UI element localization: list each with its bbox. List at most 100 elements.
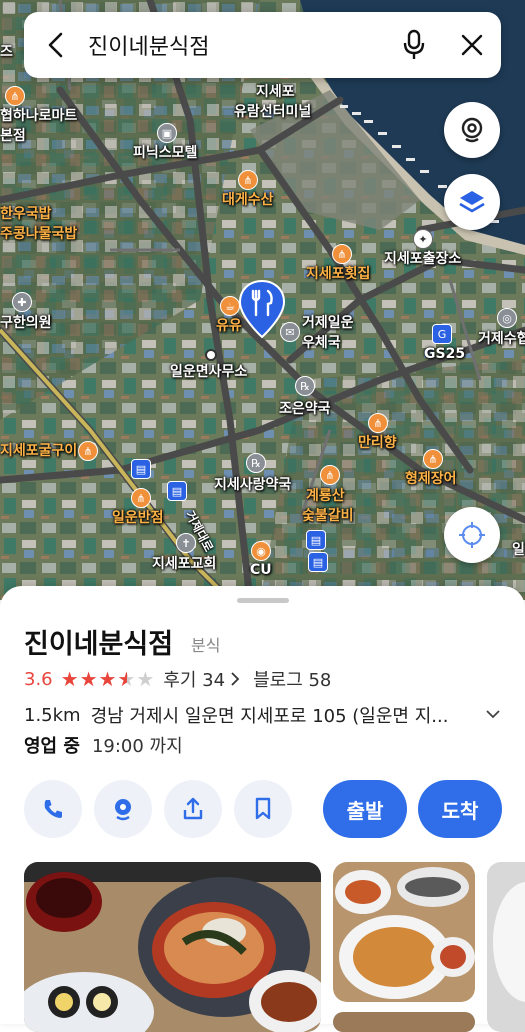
pharmacy-icon[interactable]: ℞	[295, 376, 315, 396]
place-photo[interactable]	[333, 862, 475, 1002]
restaurant-icon[interactable]: ⋔	[332, 244, 352, 264]
map-label: 지세포출장소	[384, 251, 462, 267]
food-photo-image	[333, 1012, 475, 1032]
map-label: 만리향	[358, 435, 397, 451]
search-bar[interactable]: 진이네분식점	[24, 12, 501, 78]
reviews-link[interactable]: 후기 34	[163, 666, 225, 692]
address: 경남 거제시 일운면 지세포로 105 (일운면 지...	[90, 706, 449, 727]
place-photo[interactable]	[487, 862, 525, 1032]
crosshair-icon	[459, 522, 485, 548]
hours-row: 영업 중 19:00 까지	[24, 732, 183, 758]
bus-stop-icon[interactable]: ▤	[131, 459, 151, 479]
hotel-icon[interactable]: ▣	[157, 123, 177, 143]
cafe-icon[interactable]: ☕	[220, 296, 240, 316]
restaurant-icon[interactable]: ⋔	[368, 413, 388, 433]
map-label: 조은약국	[279, 401, 331, 417]
selected-place-marker-icon[interactable]	[238, 279, 286, 339]
open-status: 영업 중	[24, 736, 80, 757]
place-detail-sheet[interactable]: 진이네분식점 분식 3.6 ★ ★ ★ ★ ★ 후기 34 블로그 58 1.5…	[0, 586, 525, 1032]
hospital-icon[interactable]: ✚	[12, 292, 32, 312]
phone-icon	[44, 800, 62, 818]
convenience-store-icon[interactable]: G	[432, 324, 452, 344]
bus-stop-icon[interactable]: ▤	[308, 552, 328, 572]
map-label: 즈	[0, 44, 13, 60]
restaurant-icon[interactable]: ⋔	[423, 449, 443, 469]
chevron-right-icon	[231, 672, 240, 686]
place-name: 진이네분식점	[24, 629, 174, 660]
star-full-icon: ★	[79, 667, 98, 691]
map-label: 숯불갈비	[302, 508, 354, 524]
share-icon	[183, 797, 203, 820]
bookmark-icon	[255, 797, 271, 820]
map-layers-button[interactable]	[444, 174, 500, 230]
microphone-icon	[403, 29, 425, 59]
restaurant-icon[interactable]: ⋔	[320, 465, 340, 485]
map-label: 구한의원	[0, 315, 52, 331]
map-label: 한우국밥	[0, 206, 52, 222]
bus-stop-icon[interactable]: ▤	[306, 530, 326, 550]
close-icon	[461, 34, 483, 56]
rating-value: 3.6	[24, 668, 53, 690]
closing-time: 19:00 까지	[91, 736, 183, 757]
food-photo-image	[487, 862, 525, 1032]
back-button[interactable]	[24, 12, 88, 78]
map-label: 지세포굴구이	[0, 443, 78, 459]
map-label: 주콩나물국밥	[0, 226, 78, 242]
street-view-icon	[115, 799, 131, 821]
arrive-button[interactable]: 도착	[418, 780, 502, 838]
restaurant-icon[interactable]: ⋔	[78, 441, 98, 461]
map-label: 지세포교회	[152, 556, 217, 572]
map-view[interactable]: ⋔ ▣ ⋔ ⋔ ✦ ✚ ☕ ✉ G ◎ ℞ ⋔ ⋔ ⋔ ▤ ℞ ⋔ ⋔ ▤ ▤ …	[0, 0, 525, 600]
restaurant-icon[interactable]: ⋔	[5, 86, 25, 106]
call-button[interactable]	[24, 780, 82, 838]
blog-link[interactable]: 블로그 58	[253, 666, 331, 692]
map-label: 일운면사무소	[170, 364, 248, 380]
map-label: 계룡산	[306, 488, 345, 504]
bus-stop-icon[interactable]: ▤	[167, 481, 187, 501]
police-icon[interactable]: ✦	[413, 229, 433, 249]
street-view-icon	[461, 117, 483, 143]
map-label: 거제수협	[478, 331, 525, 347]
map-label: 대게수산	[222, 192, 274, 208]
layers-icon	[459, 191, 485, 213]
voice-search-button[interactable]	[385, 12, 443, 78]
place-category: 분식	[191, 636, 221, 655]
map-label: GS25	[424, 346, 466, 362]
rating-row: 3.6 ★ ★ ★ ★ ★ 후기 34 블로그 58	[24, 666, 331, 692]
save-button[interactable]	[234, 780, 292, 838]
my-location-button[interactable]	[444, 507, 500, 563]
star-full-icon: ★	[98, 667, 117, 691]
pharmacy-icon[interactable]: ℞	[246, 453, 266, 473]
star-half-icon: ★	[117, 667, 136, 691]
restaurant-icon[interactable]: ⋔	[131, 488, 151, 508]
map-label: 유람선터미널	[234, 104, 312, 120]
star-empty-icon: ★	[136, 667, 155, 691]
share-button[interactable]	[164, 780, 222, 838]
restaurant-icon[interactable]: ⋔	[238, 170, 258, 190]
convenience-store-icon[interactable]: ◉	[251, 541, 271, 561]
sheet-drag-handle[interactable]	[237, 598, 289, 603]
map-label: 일	[512, 542, 525, 558]
map-label: 협하나로마트	[0, 108, 78, 124]
bank-icon[interactable]: ◎	[497, 308, 517, 328]
search-query-text[interactable]: 진이네분식점	[88, 29, 385, 61]
food-photo-image	[333, 862, 475, 1002]
street-view-button[interactable]	[444, 102, 500, 158]
chevron-down-icon[interactable]	[485, 704, 501, 724]
place-photo[interactable]	[24, 862, 321, 1032]
star-full-icon: ★	[60, 667, 79, 691]
map-label: 형제장어	[405, 471, 457, 487]
map-label: 거제일운	[302, 315, 354, 331]
back-arrow-icon	[48, 32, 63, 58]
map-label: 지세포	[256, 84, 295, 100]
map-label: 피닉스모텔	[133, 145, 198, 161]
depart-button[interactable]: 출발	[323, 780, 407, 838]
place-photo[interactable]	[333, 1012, 475, 1032]
clear-search-button[interactable]	[443, 12, 501, 78]
street-view-place-button[interactable]	[94, 780, 152, 838]
address-row[interactable]: 1.5km 경남 거제시 일운면 지세포로 105 (일운면 지...	[24, 702, 509, 728]
map-label: 지세포횟집	[306, 266, 371, 282]
map-label: CU	[250, 562, 272, 578]
food-photo-image	[24, 862, 321, 1032]
map-label: 일운반점	[112, 510, 164, 526]
